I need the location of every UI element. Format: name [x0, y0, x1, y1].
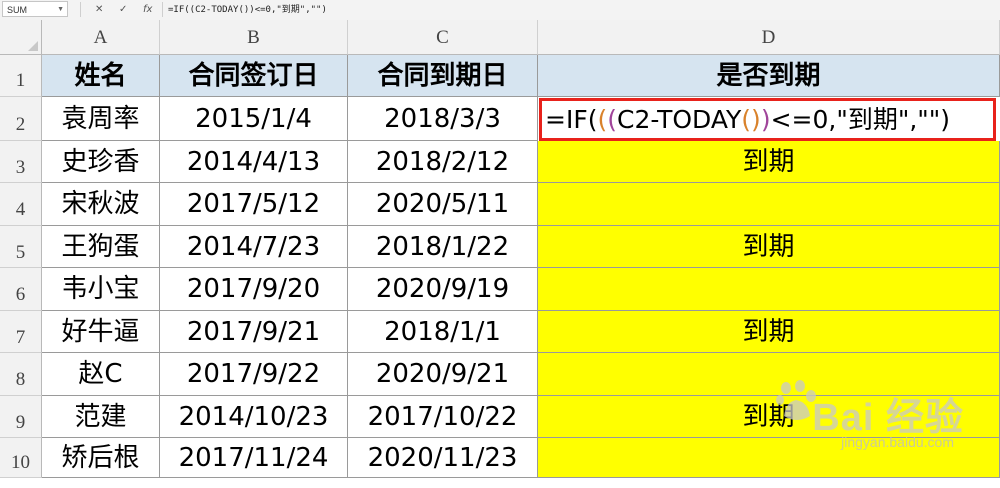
cell-sign-date[interactable]: 2015/1/4	[160, 97, 348, 141]
row-header-9[interactable]: 9	[0, 396, 42, 438]
cell-sign-date[interactable]: 2017/9/21	[160, 311, 348, 353]
column-header-d[interactable]: D	[538, 20, 1000, 55]
cell-expire-date[interactable]: 2020/11/23	[348, 438, 538, 478]
cell-name[interactable]: 韦小宝	[42, 268, 160, 311]
row-header-5[interactable]: 5	[0, 226, 42, 268]
cell-name[interactable]: 袁周率	[42, 97, 160, 141]
cell-expire-date[interactable]: 2020/5/11	[348, 183, 538, 226]
row-header-8[interactable]: 8	[0, 353, 42, 396]
row-header-4[interactable]: 4	[0, 183, 42, 226]
header-cell-name[interactable]: 姓名	[42, 55, 160, 97]
cell-expire-date[interactable]: 2018/1/1	[348, 311, 538, 353]
cell-sign-date[interactable]: 2017/11/24	[160, 438, 348, 478]
cell-name[interactable]: 好牛逼	[42, 311, 160, 353]
cell-expire-date[interactable]: 2018/1/22	[348, 226, 538, 268]
formula-input[interactable]: =IF((C2-TODAY())<=0,"到期","")	[168, 0, 327, 20]
formula-bar: SUM ▼ ✕ ✓ fx =IF((C2-TODAY())<=0,"到期",""…	[0, 0, 1000, 21]
cell-expire-date[interactable]: 2020/9/19	[348, 268, 538, 311]
cell-sign-date[interactable]: 2014/10/23	[160, 396, 348, 438]
header-cell-sign-date[interactable]: 合同签订日	[160, 55, 348, 97]
row-header-6[interactable]: 6	[0, 268, 42, 311]
column-header-c[interactable]: C	[348, 20, 538, 55]
row-header-10[interactable]: 10	[0, 438, 42, 478]
enter-icon[interactable]: ✓	[119, 0, 127, 20]
formula-paren: )	[760, 105, 771, 134]
cell-expire-date[interactable]: 2020/9/21	[348, 353, 538, 396]
cell-name[interactable]: 矫后根	[42, 438, 160, 478]
header-cell-expire-date[interactable]: 合同到期日	[348, 55, 538, 97]
separator	[162, 2, 163, 17]
active-cell-editor[interactable]: =IF(((C2-TODAY())<=0,"到期","")	[539, 98, 996, 141]
cell-name[interactable]: 宋秋波	[42, 183, 160, 226]
cell-status[interactable]: 到期	[538, 141, 1000, 183]
cell-status[interactable]: 到期	[538, 396, 1000, 438]
fx-icon[interactable]: fx	[143, 0, 152, 20]
cell-expire-date[interactable]: 2018/2/12	[348, 141, 538, 183]
cell-expire-date[interactable]: 2018/3/3	[348, 97, 538, 141]
column-header-b[interactable]: B	[160, 20, 348, 55]
row-header-2[interactable]: 2	[0, 97, 42, 141]
cell-status[interactable]	[538, 438, 1000, 478]
row-header-7[interactable]: 7	[0, 311, 42, 353]
row-header-3[interactable]: 3	[0, 141, 42, 183]
cell-status[interactable]: 到期	[538, 311, 1000, 353]
name-box-value: SUM	[7, 5, 27, 15]
cell-name[interactable]: 王狗蛋	[42, 226, 160, 268]
chevron-down-icon[interactable]: ▼	[57, 2, 64, 18]
cell-status[interactable]	[538, 183, 1000, 226]
cell-name[interactable]: 范建	[42, 396, 160, 438]
cell-sign-date[interactable]: 2017/5/12	[160, 183, 348, 226]
cell-name[interactable]: 赵C	[42, 353, 160, 396]
column-header-a[interactable]: A	[42, 20, 160, 55]
cell-sign-date[interactable]: 2014/7/23	[160, 226, 348, 268]
cell-sign-date[interactable]: 2017/9/20	[160, 268, 348, 311]
separator	[80, 2, 81, 17]
cell-status[interactable]	[538, 268, 1000, 311]
formula-part: C2-TODAY	[617, 105, 742, 134]
formula-paren: (	[741, 105, 752, 134]
formula-paren: (	[607, 105, 617, 134]
select-all-corner[interactable]	[0, 20, 42, 55]
cell-sign-date[interactable]: 2014/4/13	[160, 141, 348, 183]
formula-paren: )	[751, 105, 761, 134]
formula-part: =IF(	[545, 105, 598, 134]
name-box[interactable]: SUM ▼	[2, 1, 68, 17]
cancel-icon[interactable]: ✕	[95, 0, 103, 20]
cell-status[interactable]	[538, 353, 1000, 396]
cell-sign-date[interactable]: 2017/9/22	[160, 353, 348, 396]
cell-expire-date[interactable]: 2017/10/22	[348, 396, 538, 438]
cell-name[interactable]: 史珍香	[42, 141, 160, 183]
header-cell-status[interactable]: 是否到期	[538, 55, 1000, 97]
formula-part: <=0,"到期","")	[770, 105, 951, 134]
formula-paren: (	[597, 105, 608, 134]
cell-status[interactable]: 到期	[538, 226, 1000, 268]
row-header-1[interactable]: 1	[0, 55, 42, 97]
